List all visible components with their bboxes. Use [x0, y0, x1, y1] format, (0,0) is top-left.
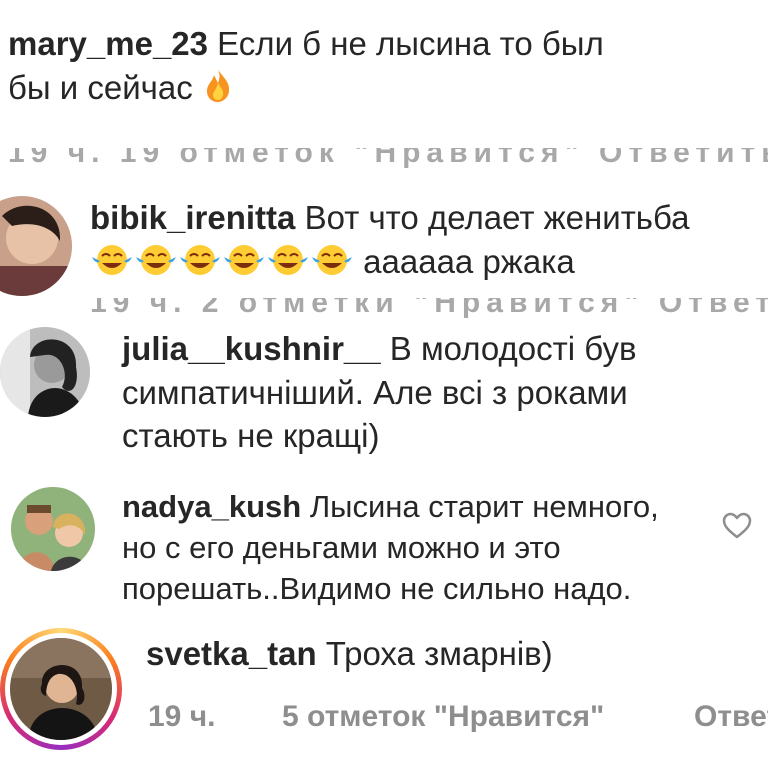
comment-meta-cropped: 19 ч. 19 отметок "Нравится" Ответить [8, 148, 768, 169]
tears-of-joy-emoji-icon [222, 243, 266, 288]
comment-time: 19 ч. [148, 700, 216, 733]
reply-button[interactable]: Ответить [694, 700, 768, 734]
comment-body: svetka_tan Троха змарнів) [146, 632, 768, 676]
comment-text-cont: порешать..Видимо не сильно надо. [122, 570, 632, 606]
heart-outline-icon[interactable] [722, 512, 752, 545]
username-link[interactable]: mary_me_23 [8, 25, 208, 62]
comment-text: Если б не лысина то был [217, 25, 604, 62]
comment-text-cont: стають не кращі) [122, 417, 380, 455]
comment-meta-cropped: 19 ч. 2 отметки "Нравится" Ответить [90, 298, 768, 318]
comment-text-cont: симпатичніший. Але всі з роками [122, 373, 628, 411]
comment-text: Вот что делает женитьба [304, 199, 690, 236]
avatar[interactable] [0, 327, 90, 417]
story-ring[interactable] [0, 628, 122, 750]
comment-body: bibik_irenitta Вот что делает женитьба а… [90, 196, 768, 287]
avatar[interactable] [11, 487, 95, 571]
tears-of-joy-emoji-icon [178, 243, 222, 288]
username-link[interactable]: nadya_kush [122, 489, 301, 524]
likes-count-link[interactable]: 5 отметок "Нравится" [282, 700, 604, 734]
comment-body: nadya_kush Лысина старит немного, но с е… [122, 487, 722, 610]
comment-text: В молодості був [389, 330, 637, 367]
tears-of-joy-emoji-icon [266, 243, 310, 288]
username-link[interactable]: svetka_tan [146, 635, 317, 672]
avatar[interactable] [10, 638, 112, 740]
comment-text-cont: но с его деньгами можно и это [122, 529, 561, 565]
tears-of-joy-emoji-icon [134, 243, 178, 288]
comment-text-cont: аааааа ржака [363, 242, 575, 280]
tears-of-joy-emoji-icon [90, 243, 134, 288]
comment-text: Троха змарнів) [325, 635, 553, 672]
comment-text-cont: бы и сейчас [8, 68, 193, 106]
laugh-emoji-group [90, 243, 363, 280]
tears-of-joy-emoji-icon [310, 243, 354, 288]
username-link[interactable]: julia__kushnir__ [122, 330, 381, 367]
username-link[interactable]: bibik_irenitta [90, 199, 295, 236]
comment-text: Лысина старит немного, [309, 489, 659, 524]
fire-emoji-icon [202, 67, 234, 114]
comment-body: julia__kushnir__ В молодості був симпати… [122, 327, 768, 458]
avatar[interactable] [0, 196, 72, 296]
comment-body: mary_me_23 Если б не лысина то был бы и … [8, 22, 768, 113]
